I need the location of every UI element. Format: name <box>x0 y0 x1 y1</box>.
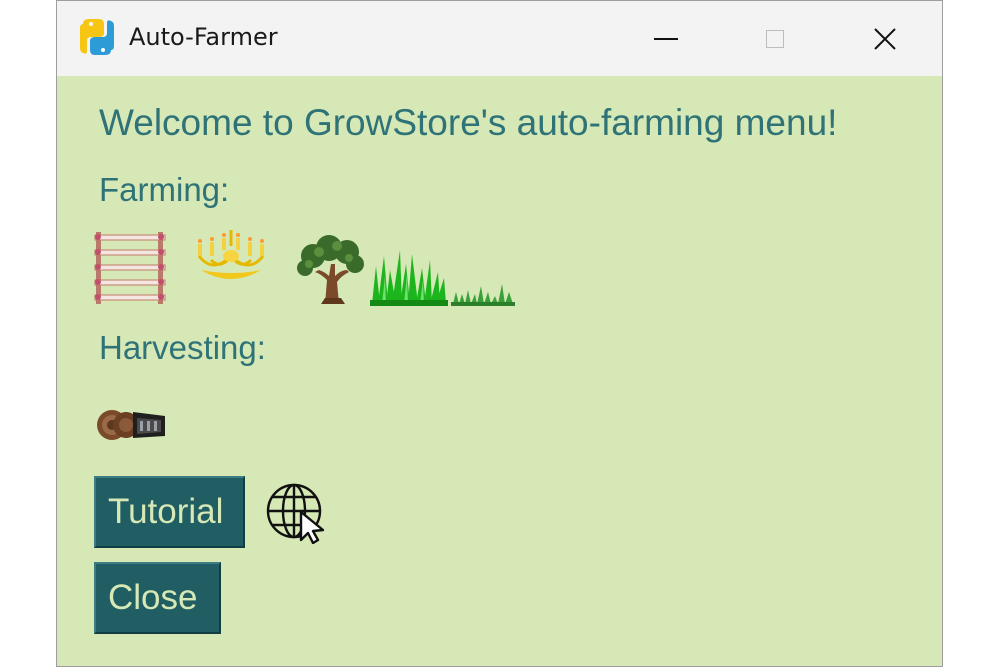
short-grass-icon[interactable] <box>451 282 515 306</box>
tutorial-button-label: Tutorial <box>108 492 224 531</box>
python-icon <box>80 19 114 55</box>
close-window-button[interactable] <box>830 1 940 76</box>
farming-label: Farming: <box>99 171 230 208</box>
chandelier-icon[interactable] <box>193 226 269 284</box>
close-icon <box>874 27 896 50</box>
harvesting-label: Harvesting: <box>99 329 266 366</box>
minimize-button[interactable] <box>611 1 721 76</box>
tall-grass-icon[interactable] <box>370 246 448 306</box>
close-button[interactable]: Close <box>94 562 221 634</box>
title-bar[interactable]: Auto-Farmer <box>57 1 942 76</box>
maximize-icon <box>766 29 784 48</box>
maximize-button[interactable] <box>720 1 830 76</box>
welcome-heading: Welcome to GrowStore's auto-farming menu… <box>99 102 838 143</box>
tutorial-button[interactable]: Tutorial <box>94 476 245 548</box>
harvester-icon[interactable] <box>95 406 167 442</box>
window-title: Auto-Farmer <box>129 23 278 51</box>
tree-icon[interactable] <box>295 234 367 306</box>
globe-cursor-icon[interactable] <box>265 482 331 544</box>
minimize-icon <box>654 37 678 40</box>
fence-icon[interactable] <box>93 230 169 306</box>
app-window: Auto-Farmer Welcome to GrowStore's auto-… <box>56 0 943 667</box>
close-button-label: Close <box>108 578 198 617</box>
main-content: Welcome to GrowStore's auto-farming menu… <box>57 76 942 666</box>
